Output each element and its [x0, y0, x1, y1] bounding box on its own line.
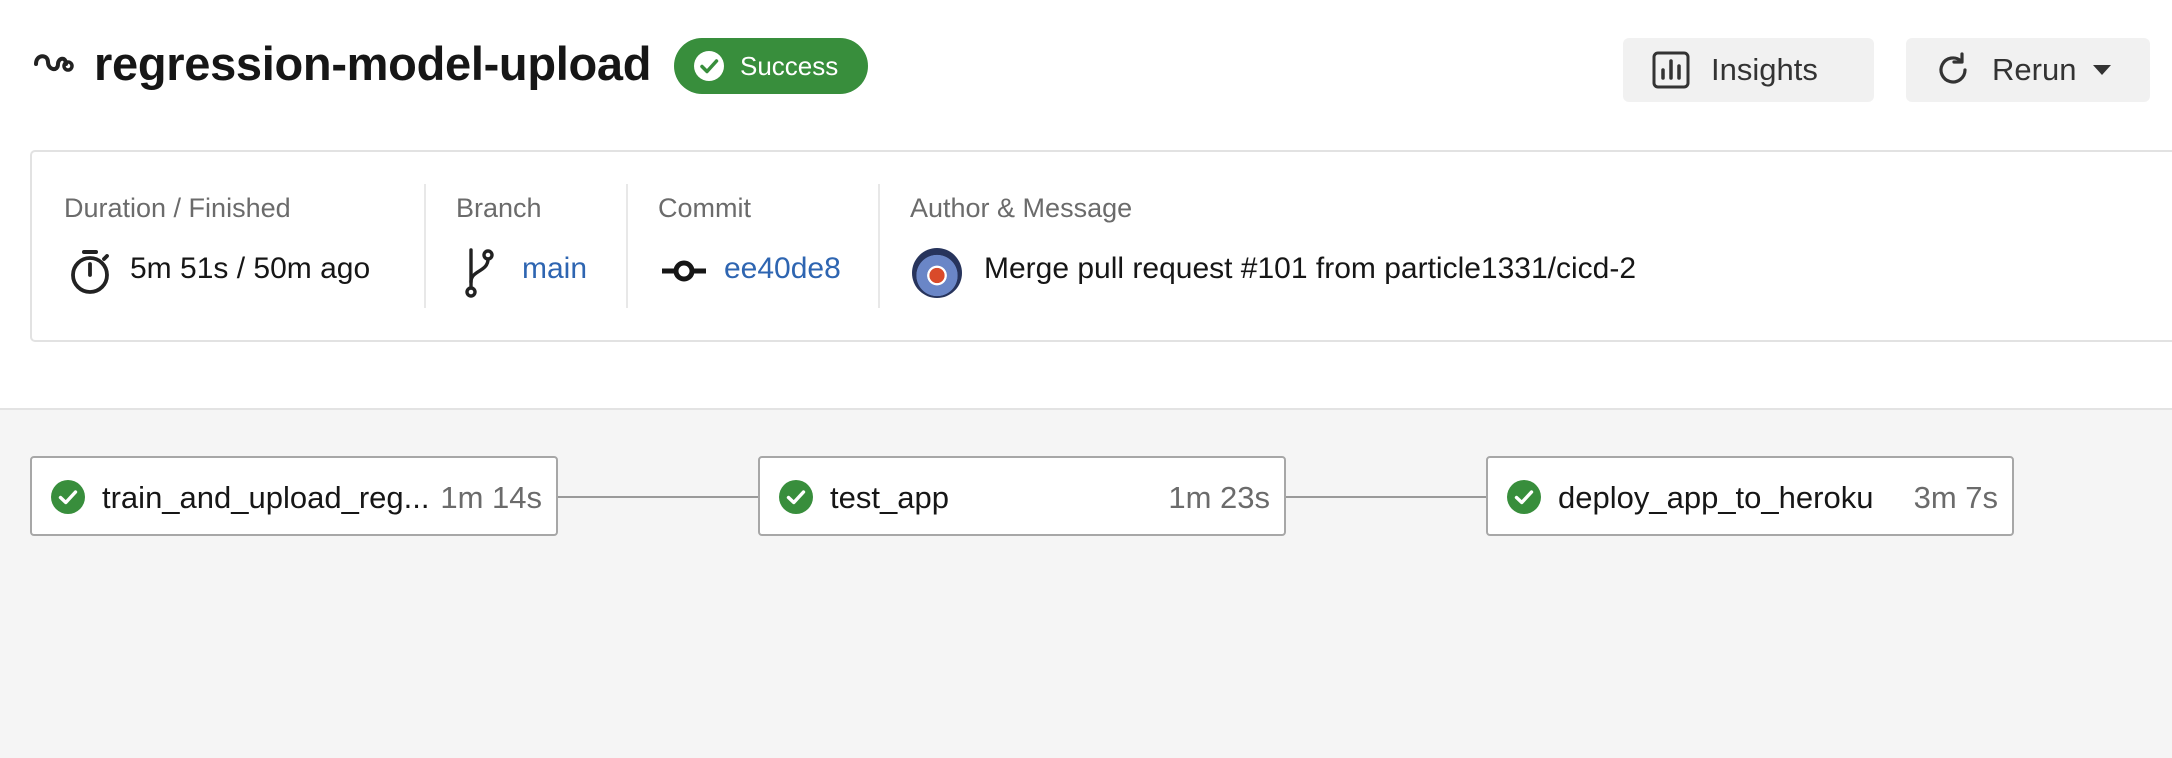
branch-section: Branch main	[426, 152, 626, 340]
rerun-button[interactable]: Rerun	[1906, 38, 2150, 102]
commit-message: Merge pull request #101 from particle133…	[984, 252, 1637, 285]
pipeline-info-card: Duration / Finished 5m 51s / 50m ago Bra…	[30, 150, 2172, 342]
job-name: deploy_app_to_heroku	[1558, 480, 1874, 515]
job-name: test_app	[830, 480, 949, 515]
check-circle-icon	[51, 480, 85, 514]
refresh-icon	[1939, 52, 1967, 84]
insights-label: Insights	[1711, 52, 1818, 87]
author-label: Author & Message	[910, 193, 1133, 223]
job-name: train_and_upload_reg...	[102, 480, 430, 515]
commit-section: Commit ee40de8	[628, 152, 876, 340]
job-connector	[558, 496, 758, 498]
duration-section: Duration / Finished 5m 51s / 50m ago	[32, 152, 424, 340]
job-duration: 1m 14s	[440, 480, 542, 515]
branch-icon	[465, 248, 494, 298]
job-duration: 1m 23s	[1168, 480, 1270, 515]
check-circle-icon	[1507, 480, 1541, 514]
commit-link[interactable]: ee40de8	[724, 252, 841, 286]
job-card[interactable]: test_app 1m 23s	[758, 456, 1286, 536]
duration-label: Duration / Finished	[64, 193, 291, 223]
insights-button[interactable]: Insights	[1623, 38, 1874, 102]
avatar	[912, 248, 962, 298]
status-label: Success	[740, 50, 839, 81]
rerun-label: Rerun	[1992, 52, 2077, 87]
commit-icon	[662, 260, 706, 282]
job-connector	[1286, 496, 1486, 498]
header-area: regression-model-upload Success Insights…	[0, 0, 2172, 408]
caret-down-icon[interactable]	[2092, 64, 2112, 76]
branch-label: Branch	[456, 193, 542, 223]
author-section: Author & Message	[880, 152, 2172, 340]
branch-link[interactable]: main	[522, 252, 587, 286]
check-circle-icon	[779, 480, 813, 514]
commit-label: Commit	[658, 193, 751, 223]
status-badge: Success	[674, 38, 868, 94]
job-card[interactable]: train_and_upload_reg... 1m 14s	[30, 456, 558, 536]
job-card[interactable]: deploy_app_to_heroku 3m 7s	[1486, 456, 2014, 536]
insights-icon	[1652, 51, 1690, 89]
page-title: regression-model-upload	[94, 37, 652, 90]
workflow-icon	[34, 54, 74, 72]
duration-value: 5m 51s / 50m ago	[130, 252, 371, 285]
stopwatch-icon	[71, 250, 109, 294]
check-circle-icon	[694, 51, 724, 81]
job-duration: 3m 7s	[1913, 480, 1998, 515]
